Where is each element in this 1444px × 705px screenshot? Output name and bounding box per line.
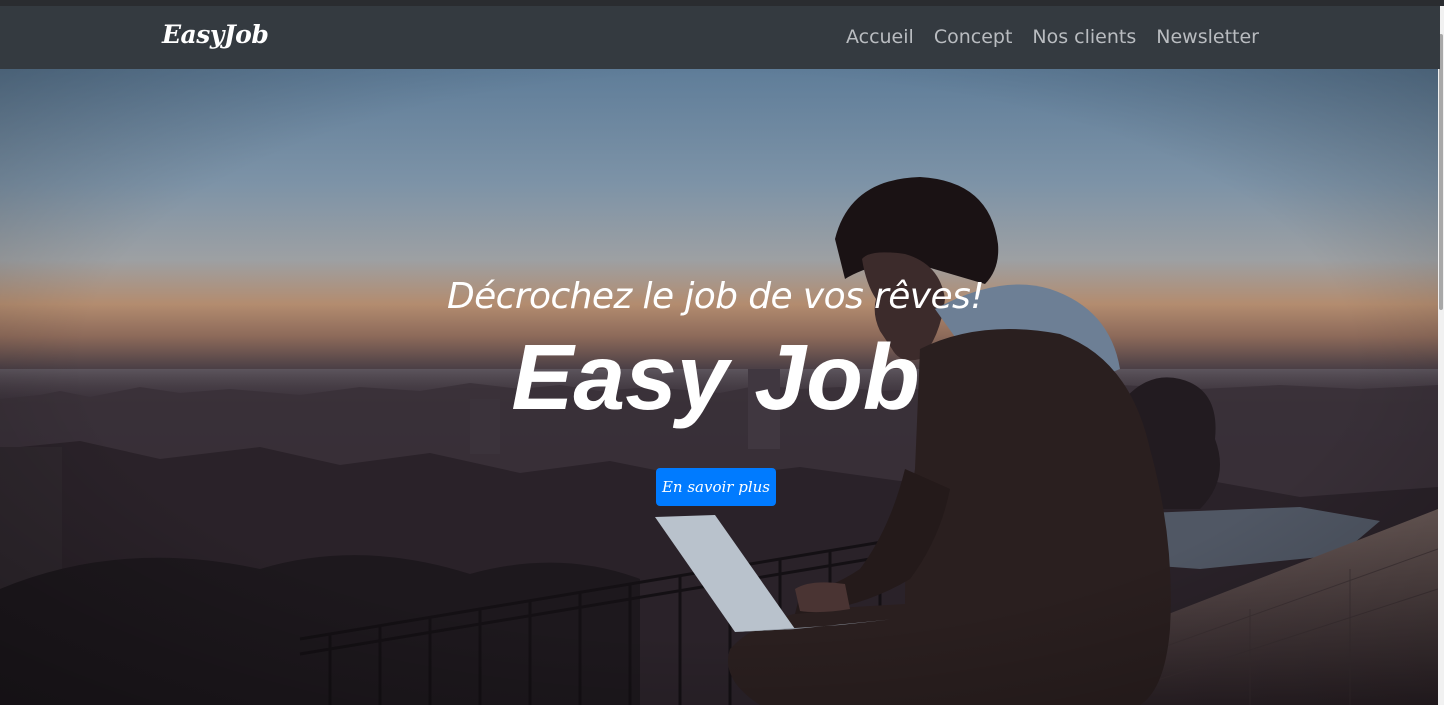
hero-title: Easy Job bbox=[511, 325, 920, 429]
hero-content: Décrochez le job de vos rêves! Easy Job … bbox=[0, 69, 1431, 705]
nav-link-newsletter[interactable]: Newsletter bbox=[1156, 26, 1259, 48]
nav-link-nos-clients[interactable]: Nos clients bbox=[1032, 26, 1136, 48]
hero-subtitle: Décrochez le job de vos rêves! bbox=[446, 276, 985, 317]
nav-link-accueil[interactable]: Accueil bbox=[846, 26, 914, 48]
page-scrollbar[interactable] bbox=[1438, 6, 1444, 705]
navbar: EasyJob Accueil Concept Nos clients News… bbox=[0, 6, 1440, 69]
hero-section: Décrochez le job de vos rêves! Easy Job … bbox=[0, 69, 1438, 705]
brand-logo[interactable]: EasyJob bbox=[162, 20, 269, 49]
learn-more-button[interactable]: En savoir plus bbox=[656, 468, 776, 506]
nav-links: Accueil Concept Nos clients Newsletter bbox=[846, 26, 1259, 48]
nav-link-concept[interactable]: Concept bbox=[934, 26, 1013, 48]
scrollbar-thumb[interactable] bbox=[1439, 34, 1443, 310]
